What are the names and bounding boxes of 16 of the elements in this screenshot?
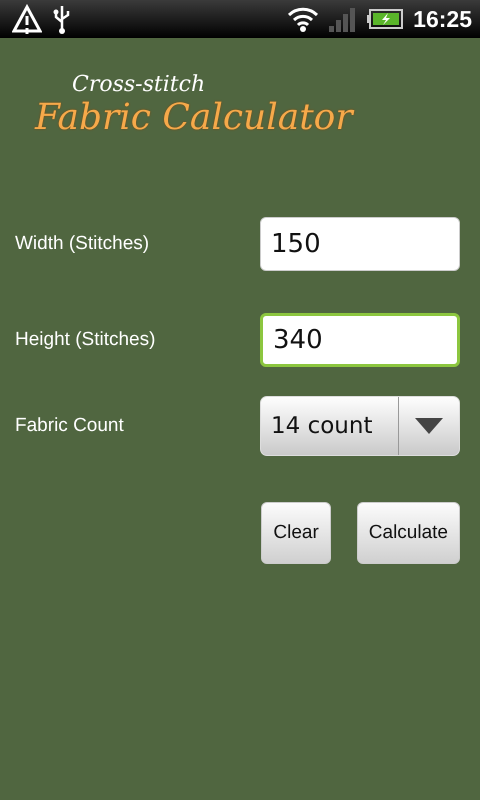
fabric-count-dropdown[interactable]: 14 count — [260, 396, 460, 456]
caret-icon[interactable] — [415, 418, 443, 434]
field-label: Width (Stitches) — [15, 233, 150, 255]
logo-title: Fabric Calculator — [35, 97, 353, 138]
clear-button[interactable]: Clear — [261, 502, 331, 564]
logo-subtitle: Cross-stitch — [72, 72, 206, 97]
field-label: Fabric Count — [15, 415, 124, 437]
field-label: Height (Stitches) — [15, 329, 156, 351]
usb-icon — [52, 4, 72, 34]
clock-time: 16:25 — [413, 6, 472, 32]
wifi-icon — [287, 5, 320, 33]
signal-icon — [329, 6, 358, 32]
number-field[interactable]: 150 — [260, 217, 460, 271]
calculate-button[interactable]: Calculate — [356, 502, 460, 564]
warning-icon — [12, 4, 42, 34]
number-field[interactable]: 340 — [260, 313, 460, 367]
